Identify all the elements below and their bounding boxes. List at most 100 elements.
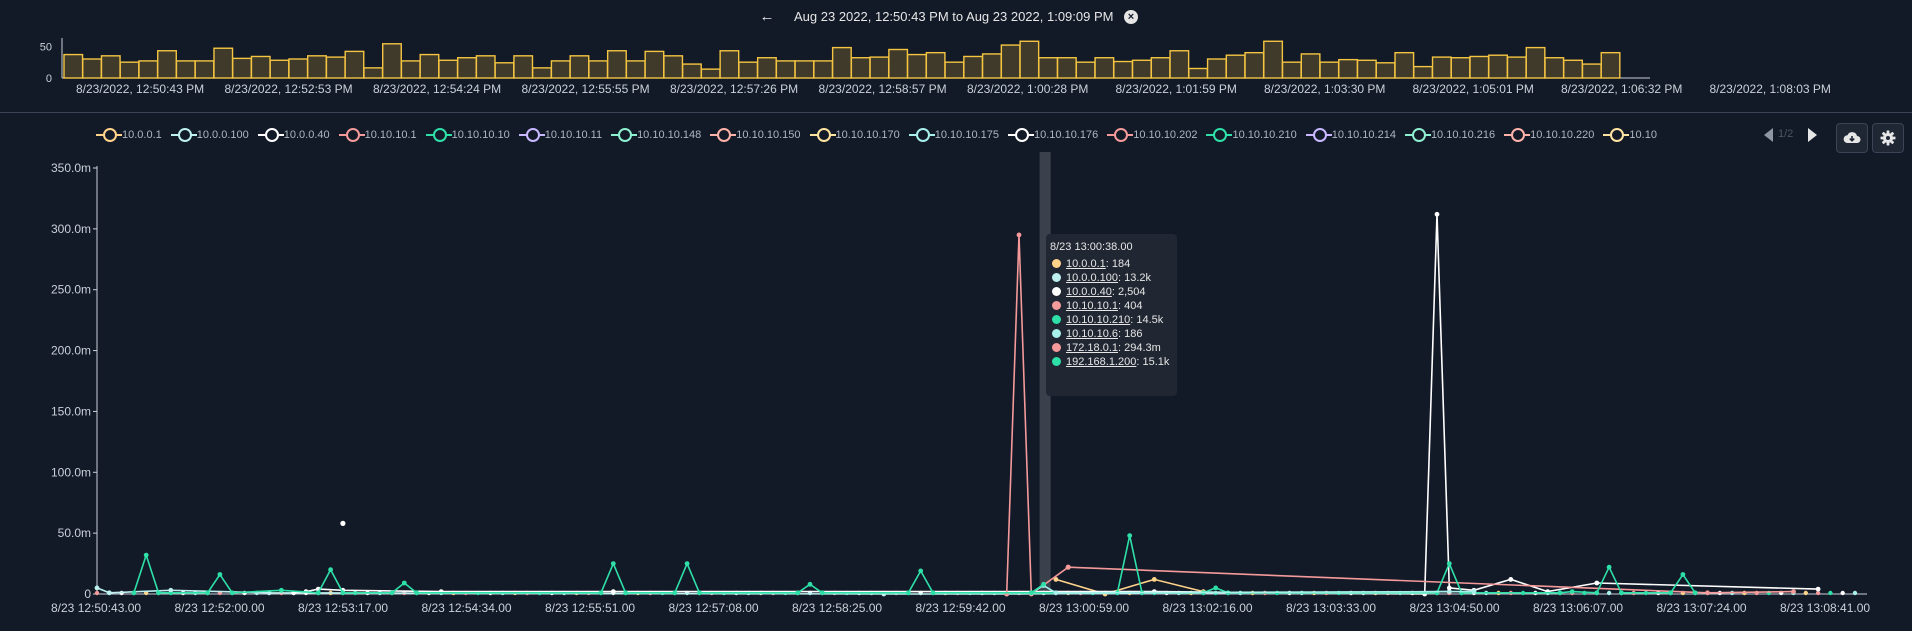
triangle-left-icon[interactable] [1764, 128, 1773, 142]
series-point[interactable] [1028, 590, 1034, 596]
overview-bar[interactable] [944, 61, 965, 79]
series-point[interactable] [610, 589, 616, 594]
overview-bar[interactable] [1131, 59, 1152, 79]
overview-bar[interactable] [1244, 51, 1265, 79]
tooltip-host-link[interactable]: 10.0.0.1 [1066, 258, 1106, 270]
overview-bar[interactable] [1094, 57, 1115, 79]
series-point[interactable] [1471, 589, 1477, 594]
legend-item[interactable]: 10.10.10.148 [611, 122, 701, 148]
overview-bar[interactable] [644, 50, 665, 79]
overview-bar[interactable] [625, 60, 646, 79]
series-point[interactable] [1151, 577, 1157, 582]
tooltip-host-link[interactable]: 10.0.0.40 [1066, 286, 1112, 298]
overview-bar[interactable] [363, 67, 384, 79]
legend-item[interactable]: 10.0.0.100 [170, 122, 249, 148]
legend-item[interactable]: 10.0.0.40 [257, 122, 330, 148]
overview-bar[interactable] [456, 57, 477, 79]
legend-item[interactable]: 10.10 [1603, 122, 1657, 148]
overview-bar[interactable] [981, 53, 1002, 79]
overview-bar[interactable] [550, 60, 571, 79]
series-point[interactable] [1557, 590, 1563, 596]
overview-bar[interactable] [1450, 57, 1471, 79]
series-point[interactable] [1053, 590, 1059, 596]
overview-bar[interactable] [719, 50, 740, 79]
overview-bar[interactable] [794, 60, 815, 79]
legend-item[interactable]: 10.10.10.1 [338, 122, 417, 148]
overview-bar[interactable] [100, 55, 121, 79]
overview-bar[interactable] [681, 63, 702, 79]
overview-bar[interactable] [888, 48, 909, 79]
isolated-point[interactable] [1065, 564, 1071, 570]
series-point[interactable] [1668, 590, 1673, 596]
main-line-chart[interactable]: 350.0m 300.0m 250.0m 200.0m 150.0m 100.0m 50.0… [0, 152, 1912, 631]
overview-bar[interactable] [1581, 63, 1602, 79]
legend-item[interactable]: 10.10.10.210 [1206, 122, 1297, 148]
series-point[interactable] [623, 590, 628, 596]
series-point[interactable] [1041, 581, 1046, 587]
series-point[interactable] [1594, 590, 1600, 596]
overview-bar[interactable] [1394, 51, 1415, 79]
series-point[interactable] [1127, 533, 1133, 538]
overview-bar[interactable] [1600, 51, 1621, 79]
series-point[interactable] [1692, 590, 1698, 596]
overview-bar[interactable] [1525, 46, 1546, 79]
tooltip-host-link[interactable]: 10.10.10.6 [1066, 328, 1118, 340]
overview-bar[interactable] [775, 60, 796, 79]
legend-item[interactable]: 10.0.0.1 [96, 122, 162, 148]
overview-bar[interactable] [906, 53, 927, 79]
overview-bar[interactable] [1000, 44, 1021, 79]
overview-bar[interactable] [175, 60, 196, 79]
series-point[interactable] [279, 587, 284, 593]
overview-bar[interactable] [831, 46, 852, 79]
series-point[interactable] [168, 587, 174, 593]
overview-bar[interactable] [700, 68, 721, 79]
series-point[interactable] [1508, 577, 1514, 582]
overview-bar[interactable] [288, 58, 309, 79]
overview-bar[interactable] [1019, 40, 1040, 79]
legend-item[interactable]: 10.10.10.216 [1404, 122, 1495, 148]
overview-bar[interactable] [1506, 56, 1527, 79]
overview-bar[interactable] [1188, 67, 1209, 79]
series-point[interactable] [930, 590, 936, 596]
series-point[interactable] [906, 590, 911, 596]
isolated-point[interactable] [340, 520, 346, 526]
overview-bar[interactable] [119, 61, 140, 79]
series-point[interactable] [1705, 590, 1710, 596]
overview-bar[interactable] [813, 60, 834, 79]
tooltip-host-link[interactable]: 10.10.10.1 [1066, 300, 1118, 312]
overview-bar[interactable] [232, 57, 252, 79]
series-point[interactable] [807, 581, 813, 587]
series-point[interactable] [1446, 561, 1452, 566]
overview-bar[interactable] [1225, 54, 1246, 79]
legend-item[interactable]: 10.10.10.175 [908, 122, 999, 148]
overview-chart[interactable]: 50 0 8/23/2022, 12:50:43 PM 8/23/2022, 12:5… [0, 34, 1912, 110]
overview-bar[interactable] [1469, 55, 1490, 79]
overview-bar[interactable] [157, 50, 177, 79]
overview-bar[interactable] [213, 47, 234, 79]
series-point[interactable] [1594, 580, 1600, 586]
overview-bar[interactable] [419, 53, 440, 79]
overview-bar[interactable] [194, 60, 215, 79]
overview-bar[interactable] [588, 60, 609, 79]
series-point[interactable] [1213, 585, 1219, 591]
series-point[interactable] [156, 590, 161, 596]
series-point[interactable] [106, 590, 112, 596]
series-point[interactable] [131, 590, 137, 596]
download-button[interactable] [1836, 123, 1868, 153]
series-point[interactable] [672, 590, 678, 596]
series-point[interactable] [414, 590, 419, 596]
series-point[interactable] [610, 561, 616, 566]
overview-bar[interactable] [325, 56, 346, 79]
overview-bar[interactable] [1375, 62, 1396, 79]
series-line[interactable] [131, 533, 1698, 596]
overview-bar[interactable] [1169, 50, 1190, 79]
overview-bar[interactable] [494, 62, 515, 79]
settings-button[interactable] [1872, 123, 1904, 153]
series-point[interactable] [1791, 589, 1796, 594]
tooltip-host-link[interactable]: 10.10.10.210 [1066, 314, 1130, 326]
overview-bar[interactable] [925, 51, 946, 79]
series-point[interactable] [229, 590, 235, 596]
legend-item[interactable]: 10.10.10.202 [1107, 122, 1197, 148]
overview-bar[interactable] [531, 67, 552, 79]
series-point[interactable] [1680, 572, 1686, 577]
